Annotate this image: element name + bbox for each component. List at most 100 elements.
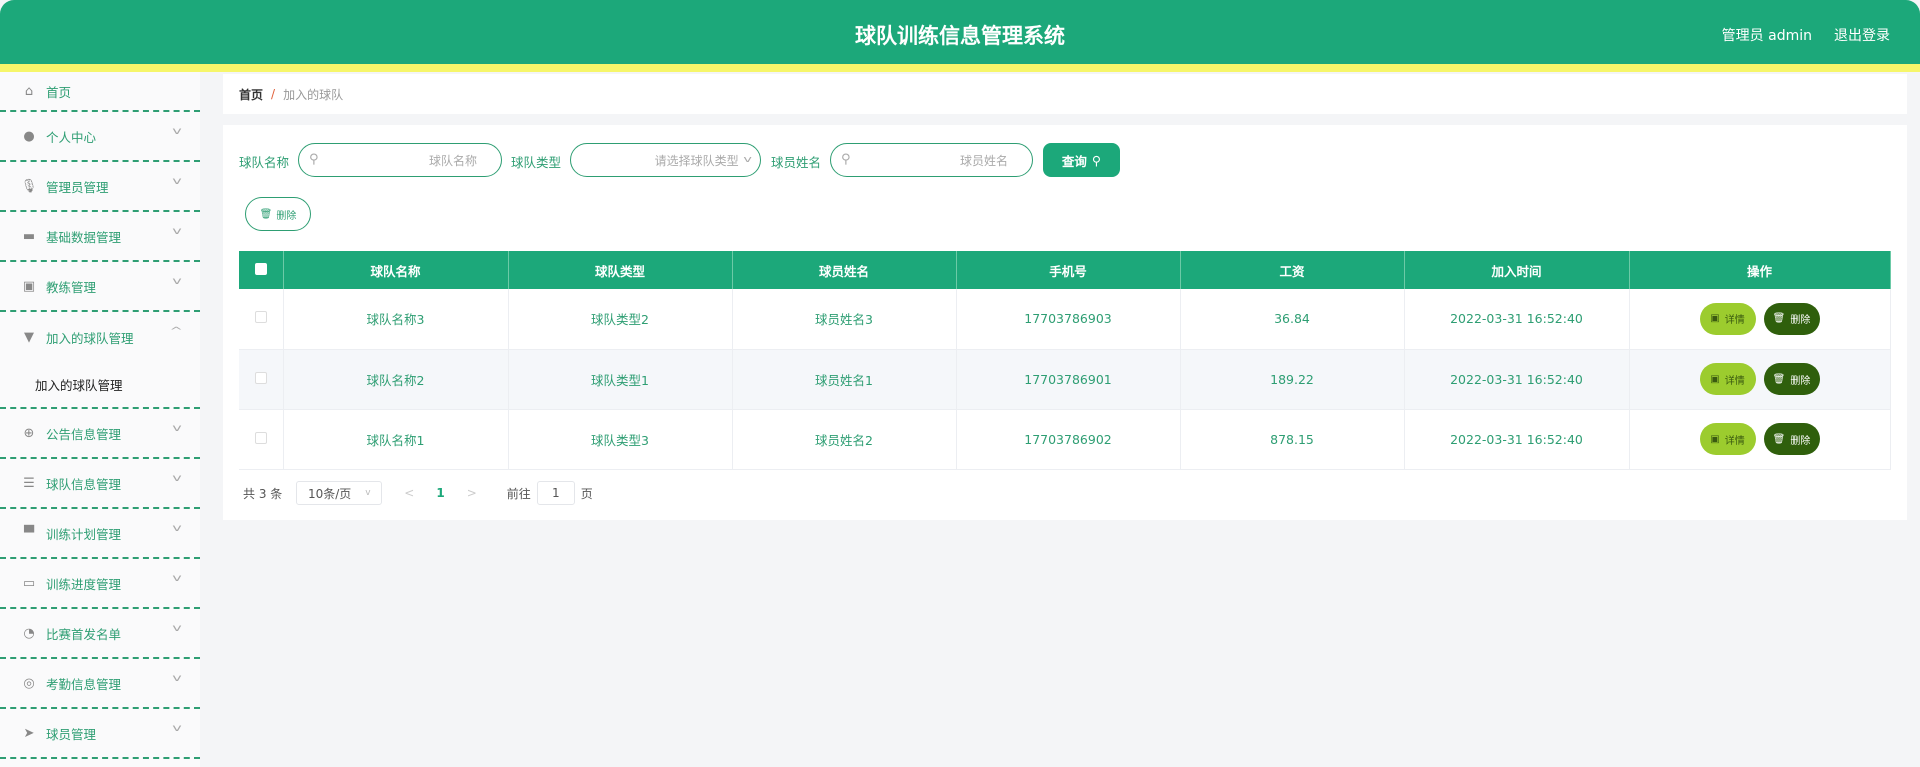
table-cell: 球队类型2 [508,289,733,350]
prev-page-button[interactable]: < [404,486,414,500]
delete-button[interactable]: 🗑 删除 [1763,302,1820,335]
chevron-down-icon: v [365,488,371,498]
chevron-down-icon: v [172,723,182,734]
team-type-select[interactable]: 请选择球队类型 v [570,143,761,177]
search-icon: ⚲ [309,152,319,167]
sidebar-item-label: 个人中心 [46,129,97,145]
detail-button[interactable]: ▣ 详情 [1699,363,1756,395]
content-card: 球队名称 ⚲ 球队名称 球队类型 请选择球队类型 v 球员姓名 ⚲ 球员姓名 查… [223,125,1907,520]
column-header: 球员姓名 [732,251,957,289]
clipboard-icon: ▣ [22,278,36,294]
sidebar-item[interactable]: ▭ 训练进度管理 v [0,559,200,609]
chevron-down-icon: v [172,523,182,534]
briefcase-icon: ▬ [22,228,36,244]
detail-label: 详情 [1724,375,1745,387]
query-button[interactable]: 查询 ⚲ [1043,143,1120,177]
sidebar-item[interactable]: ▼ 加入的球队管理 ^ [0,312,200,362]
row-checkbox[interactable] [254,371,267,384]
table-cell: 878.15 [1180,409,1405,470]
team-type-label: 球队类型 [511,155,562,170]
table-cell: 球员姓名2 [732,409,957,470]
table-cell: 2022-03-31 16:52:40 [1404,409,1630,470]
row-checkbox[interactable] [254,431,267,444]
column-header: 球队名称 [283,251,509,289]
sidebar-item[interactable]: ◎ 考勤信息管理 v [0,659,200,709]
next-page-button[interactable]: > [467,486,477,500]
delete-label: 删除 [1790,375,1811,387]
page-size-select[interactable]: 10条/页 v [296,481,383,505]
sidebar-item[interactable]: ▀ 训练计划管理 v [0,509,200,559]
sidebar-item[interactable]: ☰ 球队信息管理 v [0,459,200,509]
breadcrumb-current: 加入的球队 [283,87,344,102]
delete-button[interactable]: 🗑 删除 [1763,423,1820,455]
sidebar-item[interactable]: ● 个人中心 v [0,112,200,162]
breadcrumb-home[interactable]: 首页 [239,86,263,103]
table-row: 球队名称2 球队类型1 球员姓名1 17703786901 189.22 2022-03-… [239,349,1891,410]
card-icon: ▭ [22,575,36,591]
send-icon: ➤ [23,725,35,741]
detail-button[interactable]: ▣ 详情 [1699,302,1756,335]
sidebar-item[interactable]: ▬ 基础数据管理 v [0,212,200,262]
team-name-placeholder: 球队名称 [428,153,477,168]
breadcrumb: 首页 / 加入的球队 [223,74,1907,114]
logout-link[interactable]: 退出登录 [1834,25,1890,45]
player-name-input[interactable]: ⚲ 球员姓名 [830,143,1033,177]
document-icon: ▣ [1710,313,1720,325]
sidebar-item[interactable]: ▣ 教练管理 v [0,262,200,312]
sidebar-item-label: 训练计划管理 [46,526,122,542]
lifebuoy-icon: ◎ [23,675,35,691]
table-cell: 球员姓名1 [732,349,957,410]
sidebar-item-label: 首页 [46,84,72,100]
table-cell: 17703786903 [956,289,1181,350]
sidebar-item[interactable]: ➤ 球员管理 v [0,709,200,759]
delete-label: 删除 [1790,435,1811,447]
detail-button[interactable]: ▣ 详情 [1699,423,1756,455]
trash-icon: 🗑 [1772,313,1786,325]
sidebar-item[interactable]: ◔ 比赛首发名单 v [0,609,200,659]
chevron-down-icon: v [172,423,182,434]
chevron-down-icon: v [172,623,182,634]
sidebar-item-label: 公告信息管理 [46,426,122,442]
row-checkbox[interactable] [254,311,267,324]
table-row: 球队名称3 球队类型2 球员姓名3 17703786903 36.84 2022-03-3… [239,289,1891,350]
top-header: 球队训练信息管理系统 管理员 admin 退出登录 [0,0,1920,72]
crosshair-icon: ⊕ [23,425,35,441]
search-icon: ⚲ [841,152,851,167]
page-size-value: 10条/页 [307,486,352,501]
select-all-checkbox[interactable] [254,262,267,275]
chevron-down-icon: v [172,473,182,484]
trash-icon: 🗑 [1772,373,1786,385]
page-unit-label: 页 [580,486,593,501]
chevron-up-icon: ^ [169,326,183,337]
table-cell: 球队名称2 [283,349,509,410]
sidebar-item[interactable]: 🎙 管理员管理 v [0,162,200,212]
table-cell: 189.22 [1180,349,1405,410]
document-icon: ▣ [1710,433,1720,445]
app-title: 球队训练信息管理系统 [855,24,1065,48]
batch-delete-label: 删除 [276,210,297,222]
table-cell: 2022-03-31 16:52:40 [1404,349,1630,410]
sidebar-group: ▼ 加入的球队管理 ^ 加入的球队管理 [0,312,200,409]
row-checkbox-cell [239,409,284,470]
row-checkbox-cell [239,349,284,410]
actions-cell: ▣ 详情 🗑 删除 [1629,409,1891,470]
table-cell: 球员姓名3 [732,289,957,350]
sidebar-item-label: 球员管理 [46,726,97,742]
batch-delete-button[interactable]: 🗑 删除 [245,197,311,231]
user-icon: ● [23,128,35,144]
sidebar-item[interactable]: ⊕ 公告信息管理 v [0,409,200,459]
row-checkbox-cell [239,289,284,350]
goto-page-input[interactable]: 1 [536,481,575,505]
trash-icon: 🗑 [259,208,273,220]
table-cell: 17703786902 [956,409,1181,470]
table-cell: 球队名称3 [283,289,509,350]
sidebar-item[interactable]: ⌂ 首页 [0,72,200,112]
table-cell: 2022-03-31 16:52:40 [1404,289,1630,350]
delete-button[interactable]: 🗑 删除 [1763,363,1820,395]
team-name-input[interactable]: ⚲ 球队名称 [298,143,502,177]
table-row: 球队名称1 球队类型3 球员姓名2 17703786902 878.15 2022-03-… [239,409,1891,470]
page-number[interactable]: 1 [436,486,444,500]
data-table: 球队名称 球队类型 球员姓名 手机号 工资 加入时间 操作 球队名称3 球队类型2 球员姓名3 1… [239,251,1891,470]
flag-icon: ▼ [24,329,34,345]
sidebar-subitem[interactable]: 加入的球队管理 [0,362,200,407]
